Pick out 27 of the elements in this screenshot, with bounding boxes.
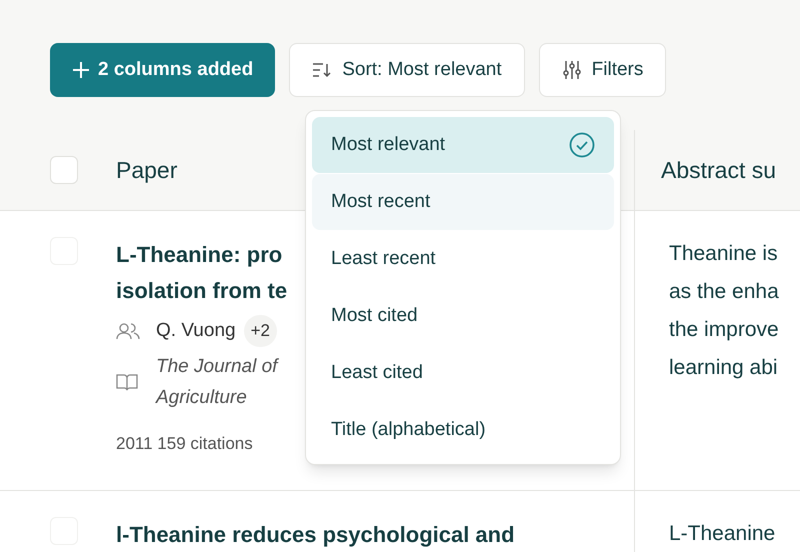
plus-icon <box>72 61 90 79</box>
sort-icon <box>312 62 332 78</box>
sliders-icon <box>562 60 582 80</box>
sort-option[interactable]: Most relevant <box>312 117 614 173</box>
paper-meta: 2011 159 citations <box>116 432 253 454</box>
abstract-text: as the enha <box>669 279 779 305</box>
checkbox[interactable] <box>50 156 78 184</box>
abstract-text: L-Theanine <box>669 521 776 547</box>
paper-title[interactable]: isolation from te <box>116 273 288 309</box>
journal-name: Agriculture <box>156 386 248 410</box>
filters-button[interactable]: Filters <box>538 43 666 97</box>
paper-title[interactable]: L-Theanine: pro <box>116 237 282 273</box>
abstract-text: Theanine is <box>669 241 778 267</box>
abstract-text: learning abi <box>669 355 778 381</box>
journal-name: The Journal of <box>156 354 278 378</box>
people-icon <box>116 322 142 340</box>
sort-option[interactable]: Most recent <box>312 174 614 230</box>
check-circle-icon <box>569 132 595 158</box>
book-icon <box>116 372 138 390</box>
abstract-text: the improve <box>669 317 779 343</box>
sort-button[interactable]: Sort: Most relevant <box>289 43 525 97</box>
column-header: Abstract su <box>661 156 776 185</box>
author-name[interactable]: Q. Vuong <box>156 316 236 345</box>
more-authors-badge[interactable]: +2 <box>244 315 277 346</box>
column-header: Paper <box>116 156 178 185</box>
add-columns-button[interactable]: 2 columns added <box>50 43 276 97</box>
paper-title[interactable]: l-Theanine reduces psychological and <box>116 517 515 552</box>
